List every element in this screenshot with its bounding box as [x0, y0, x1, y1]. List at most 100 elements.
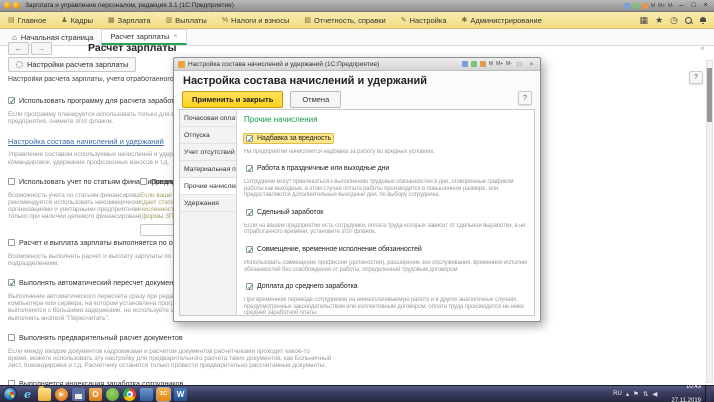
forward-button[interactable]: →	[31, 42, 52, 55]
outlook-icon[interactable]: O	[89, 388, 102, 401]
checkbox[interactable]	[8, 178, 15, 185]
calculator-icon[interactable]	[480, 61, 486, 67]
language-indicator[interactable]: RU	[613, 391, 622, 397]
menu-item[interactable]: ▥ Выплаты	[166, 16, 207, 25]
checkbox[interactable]	[8, 334, 15, 341]
start-button[interactable]	[3, 387, 17, 401]
save-icon[interactable]	[624, 3, 630, 9]
page-title: Расчет зарплаты	[88, 42, 176, 54]
calendar-icon[interactable]	[633, 3, 639, 9]
tray-overflow-icon[interactable]: ▴	[626, 390, 629, 398]
dialog-close-button[interactable]: ×	[527, 61, 536, 68]
accruals-setup-link[interactable]: Настройка состава начислений и удержаний	[8, 137, 164, 146]
checkbox[interactable]	[246, 246, 253, 253]
tray-volume-icon[interactable]: ◀	[652, 390, 657, 398]
memory-minus-button[interactable]: M-	[506, 61, 512, 67]
salary-settings-button[interactable]: Настройки расчета зарплаты	[8, 57, 136, 72]
window-titlebar: Зарплата и управление персоналом, редакц…	[0, 0, 714, 12]
taxes-percent-icon: %	[222, 17, 228, 24]
windows-taskbar: e ▶ O 1С W RU ▴ ⚑ ⇅ ◀ 10:43 27.11.2019	[0, 385, 714, 402]
menu-item[interactable]: ▦ Зарплата	[108, 16, 150, 25]
dialog-tab-content: Прочие начисления Надбавка за вредность …	[237, 110, 534, 315]
show-desktop-button[interactable]	[705, 386, 711, 402]
tab-close-icon[interactable]: ×	[173, 33, 177, 40]
settings-wrench-icon: ✎	[401, 16, 407, 24]
tray-flag-icon[interactable]: ⚑	[633, 390, 639, 398]
setting-description: Возможность учета по статьям финансирова…	[8, 192, 140, 221]
checkbox-label: Выполнять предварительный расчет докумен…	[19, 333, 183, 342]
explorer-folder-icon[interactable]	[38, 388, 51, 401]
help-button[interactable]: ?	[689, 71, 703, 84]
menu-item[interactable]: ♟ Кадры	[61, 16, 93, 25]
dialog-setting-item: Доплата до среднего заработка При времен…	[244, 277, 527, 315]
menu-item[interactable]: % Налоги и взносы	[222, 16, 290, 25]
main-menu-bar: ▤ Главное ♟ Кадры ▦ Зарплата ▥ Выплаты %…	[0, 12, 714, 29]
memory-button[interactable]: M	[489, 61, 493, 67]
vertical-scrollbar[interactable]	[706, 60, 713, 383]
close-button[interactable]: ×	[701, 2, 710, 10]
menu-item[interactable]: ▤ Главное	[8, 16, 46, 25]
save-icon[interactable]	[462, 61, 468, 67]
cancel-button[interactable]: Отмена	[290, 91, 341, 108]
notifications-bell-icon[interactable]	[699, 17, 706, 25]
menu-item[interactable]: ✱ Администрирование	[461, 16, 541, 25]
apply-and-close-button[interactable]: Применить и закрыть	[182, 91, 283, 108]
menu-item-label: Выплаты	[175, 16, 207, 25]
form-close-icon[interactable]: ×	[700, 44, 705, 53]
calendar-icon[interactable]	[471, 61, 477, 67]
floppy-app-icon[interactable]	[72, 388, 85, 401]
memory-plus-button[interactable]: M+	[658, 3, 665, 9]
dialog-tab[interactable]: Материальная помощь	[180, 161, 236, 178]
menu-item-label: Налоги и взносы	[231, 16, 289, 25]
menu-item-label: Зарплата	[118, 16, 151, 25]
dialog-maximize-button[interactable]: □	[515, 61, 524, 68]
dialog-tab[interactable]: Удержания	[180, 195, 236, 212]
checkbox-label: Сдельный заработок	[257, 209, 323, 216]
restore-button[interactable]: □	[689, 2, 698, 10]
checkbox[interactable]	[246, 165, 253, 172]
menu-item-label: Настройка	[410, 16, 447, 25]
app-grid-icon[interactable]: ▦	[640, 16, 649, 25]
system-tray: RU ▴ ⚑ ⇅ ◀ 10:43 27.11.2019	[613, 377, 711, 402]
memory-button[interactable]: M	[651, 3, 655, 9]
checkbox[interactable]	[246, 135, 253, 142]
checkbox[interactable]	[140, 178, 147, 185]
1c-taskbar-icon[interactable]: 1С	[157, 388, 170, 401]
system-menu-icon[interactable]	[13, 2, 20, 9]
history-icon[interactable]: ◷	[670, 16, 678, 25]
calculator-icon[interactable]	[642, 3, 648, 9]
dialog-title: Настройка состава начислений и удержаний…	[188, 61, 459, 68]
tray-network-icon[interactable]: ⇅	[643, 390, 648, 398]
menu-item[interactable]: ▧ Отчетность, справки	[304, 16, 385, 25]
dialog-tab[interactable]: Учет отсутствий	[180, 144, 236, 161]
internet-explorer-icon[interactable]: e	[21, 388, 34, 401]
tray-date: 27.11.2019	[671, 398, 701, 402]
tray-clock[interactable]: 10:43 27.11.2019	[661, 377, 701, 402]
memory-plus-button[interactable]: M+	[496, 61, 503, 67]
search-icon[interactable]	[685, 17, 692, 24]
dialog-tab[interactable]: Отпуска	[180, 127, 236, 144]
green-app-icon[interactable]	[106, 388, 119, 401]
media-player-icon[interactable]: ▶	[55, 388, 68, 401]
tray-time: 10:43	[686, 384, 701, 390]
chrome-icon[interactable]	[123, 388, 136, 401]
memory-minus-button[interactable]: M-	[668, 3, 674, 9]
checkbox-label: Работа в праздничные или выходные дни	[257, 165, 389, 172]
checkbox[interactable]	[8, 279, 15, 286]
checkbox[interactable]	[246, 283, 253, 290]
checkbox[interactable]	[8, 239, 15, 246]
scrollbar-thumb[interactable]	[707, 68, 712, 122]
dialog-tab[interactable]: Почасовая оплата	[180, 110, 236, 127]
dialog-help-button[interactable]: ?	[518, 91, 532, 105]
word-icon[interactable]: W	[174, 388, 187, 401]
blue-app-icon[interactable]	[140, 388, 153, 401]
back-button[interactable]: ←	[8, 42, 29, 55]
favorites-star-icon[interactable]: ★	[655, 16, 663, 25]
checkbox[interactable]	[8, 97, 15, 104]
dialog-tab[interactable]: Прочие начисления	[180, 178, 236, 195]
menu-item[interactable]: ✎ Настройка	[401, 16, 447, 25]
minimize-button[interactable]: –	[677, 2, 686, 10]
checkbox[interactable]	[246, 209, 253, 216]
app-logo-icon	[4, 2, 11, 9]
salary-icon: ▦	[108, 16, 115, 24]
